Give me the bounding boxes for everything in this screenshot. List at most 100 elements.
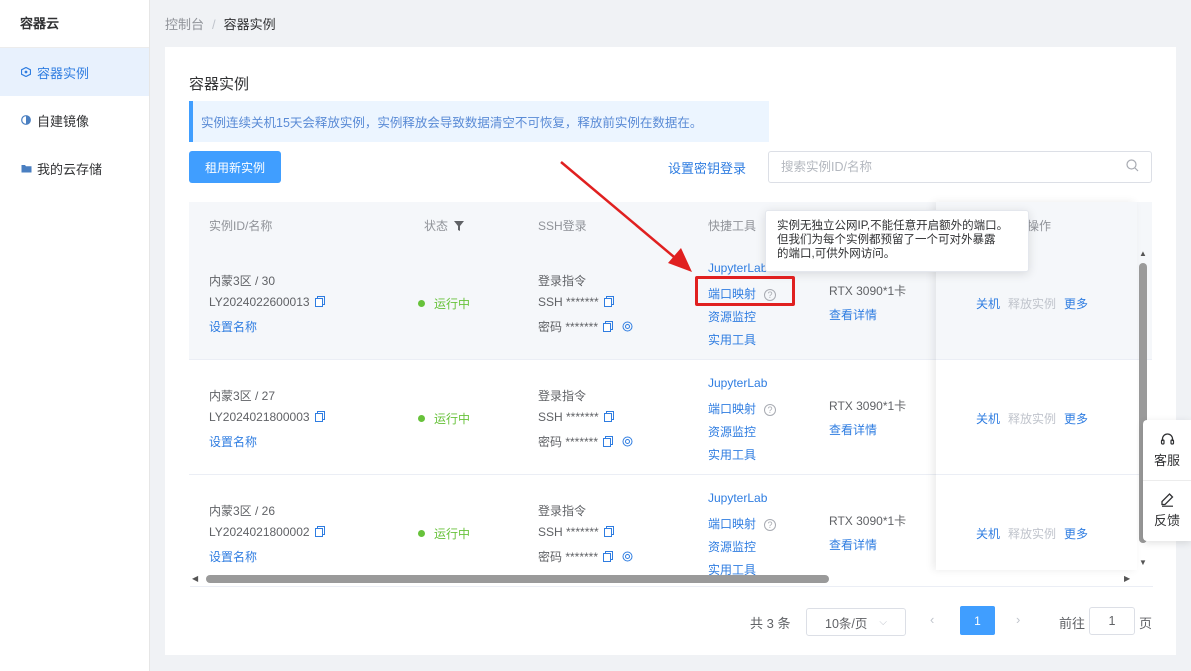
page-size-select[interactable]: 10条/页 ⌵: [806, 608, 906, 636]
login-cmd-label: 登录指令: [538, 274, 587, 288]
view-details-link[interactable]: 查看详情: [829, 536, 877, 553]
notice-banner: 实例连续关机15天会释放实例，实例释放会导致数据清空不可恢复，释放前实例在数据在…: [189, 101, 769, 142]
shutdown-button[interactable]: 关机: [976, 527, 1000, 541]
release-button[interactable]: 释放实例: [1008, 527, 1056, 541]
sidebar-item-label: 容器实例: [37, 65, 90, 81]
search-icon[interactable]: [1126, 159, 1139, 175]
utilities-link[interactable]: 实用工具: [708, 331, 756, 348]
reset-icon[interactable]: [622, 321, 633, 332]
copy-icon[interactable]: [603, 296, 614, 307]
set-name-link[interactable]: 设置名称: [209, 548, 257, 565]
scroll-right-icon[interactable]: ▶: [1124, 574, 1130, 583]
more-button[interactable]: 更多: [1064, 527, 1088, 541]
ops-actions: 关机 释放实例 更多: [976, 410, 1096, 427]
resource-monitor-link[interactable]: 资源监控: [708, 423, 756, 440]
instance-region: 内蒙3区 / 26: [209, 504, 276, 518]
password-text: 密码 *******: [538, 550, 599, 564]
status-text: 运行中: [434, 527, 471, 541]
horizontal-scroll-thumb[interactable]: [206, 575, 829, 583]
page-title: 容器实例: [189, 76, 250, 93]
search-input[interactable]: [781, 160, 1126, 174]
resource-monitor-link[interactable]: 资源监控: [708, 308, 756, 325]
help-icon[interactable]: ?: [764, 404, 777, 416]
password-text: 密码 *******: [538, 320, 599, 334]
breadcrumb-root[interactable]: 控制台: [165, 17, 204, 32]
resource-monitor-link[interactable]: 资源监控: [708, 538, 756, 555]
instance-id: LY2024021800002: [209, 525, 325, 539]
header-ops: 操作: [1027, 219, 1052, 233]
set-name-link[interactable]: 设置名称: [209, 318, 257, 335]
view-details-link[interactable]: 查看详情: [829, 306, 877, 323]
scroll-left-icon[interactable]: ◀: [192, 574, 198, 583]
chevron-down-icon: ⌵: [879, 616, 887, 628]
header-tools: 快捷工具: [708, 219, 757, 233]
sidebar-item-custom-images[interactable]: 自建镜像: [0, 96, 149, 144]
instance-id-text: LY2024021800002: [209, 525, 310, 539]
release-button[interactable]: 释放实例: [1008, 412, 1056, 426]
sidebar-item-label: 自建镜像: [37, 113, 90, 129]
instance-region: 内蒙3区 / 30: [209, 274, 276, 288]
shutdown-button[interactable]: 关机: [976, 297, 1000, 311]
password-field: 密码 *******: [538, 318, 633, 335]
view-details-link[interactable]: 查看详情: [829, 421, 877, 438]
jupyterlab-link[interactable]: JupyterLab: [708, 261, 767, 275]
copy-icon[interactable]: [603, 551, 614, 562]
status-dot: [418, 300, 425, 307]
rent-instance-button[interactable]: 租用新实例: [189, 151, 281, 183]
status-dot: [418, 530, 425, 537]
copy-icon[interactable]: [603, 526, 614, 537]
ssh-field: SSH *******: [538, 295, 614, 309]
horizontal-scrollbar[interactable]: ◀ ▶: [190, 572, 1138, 586]
floating-support-panel: 客服 反馈: [1143, 420, 1191, 541]
instance-id: LY2024021800003: [209, 410, 325, 424]
feedback-button[interactable]: 反馈: [1143, 480, 1191, 540]
jupyterlab-link[interactable]: JupyterLab: [708, 491, 767, 505]
tooltip-line-2: 但我们为每个实例都预留了一个可对外暴露: [777, 234, 996, 246]
header-ssh: SSH登录: [538, 219, 587, 233]
tooltip-line-1: 实例无独立公网IP,不能任意开启额外的端口。: [777, 220, 1009, 232]
help-icon[interactable]: ?: [764, 519, 777, 531]
brand-title: 容器云: [0, 0, 149, 48]
scroll-down-icon[interactable]: ▼: [1139, 558, 1147, 567]
header-status: 状态: [424, 217, 465, 234]
filter-icon[interactable]: [451, 219, 465, 233]
image-icon: [20, 114, 32, 126]
more-button[interactable]: 更多: [1064, 297, 1088, 311]
release-button[interactable]: 释放实例: [1008, 297, 1056, 311]
customer-service-label: 客服: [1153, 452, 1180, 468]
copy-icon[interactable]: [603, 436, 614, 447]
reset-icon[interactable]: [622, 551, 633, 562]
copy-icon[interactable]: [603, 411, 614, 422]
scroll-up-icon[interactable]: ▲: [1139, 249, 1147, 258]
set-name-link[interactable]: 设置名称: [209, 433, 257, 450]
copy-icon[interactable]: [603, 321, 614, 332]
copy-icon[interactable]: [314, 526, 325, 537]
breadcrumb-current: 容器实例: [223, 17, 276, 32]
jupyterlab-link[interactable]: JupyterLab: [708, 376, 767, 390]
status-badge: 运行中: [418, 295, 470, 312]
breadcrumb-separator: /: [212, 17, 216, 32]
sidebar-item-cloud-storage[interactable]: 我的云存储: [0, 144, 149, 192]
copy-icon[interactable]: [314, 411, 325, 422]
more-button[interactable]: 更多: [1064, 412, 1088, 426]
goto-page-input[interactable]: [1089, 607, 1135, 635]
utilities-link[interactable]: 实用工具: [708, 446, 756, 463]
next-page-icon[interactable]: ›: [1016, 612, 1020, 640]
goto-label: 前往: [1059, 616, 1086, 631]
customer-service-button[interactable]: 客服: [1143, 420, 1191, 480]
prev-page-icon[interactable]: ‹: [930, 612, 934, 640]
reset-icon[interactable]: [622, 436, 633, 447]
page-size-value: 10条/页: [825, 616, 868, 631]
status-text: 运行中: [434, 297, 471, 311]
page-number-current[interactable]: 1: [960, 606, 995, 635]
port-map-link[interactable]: 端口映射: [708, 517, 756, 531]
sidebar-item-label: 我的云存储: [37, 161, 103, 177]
copy-icon[interactable]: [314, 296, 325, 307]
shutdown-button[interactable]: 关机: [976, 412, 1000, 426]
status-dot: [418, 415, 425, 422]
gpu-spec: RTX 3090*1卡: [829, 514, 907, 528]
sidebar-item-container-instances[interactable]: 容器实例: [0, 48, 149, 96]
login-cmd-label: 登录指令: [538, 389, 587, 403]
key-login-link[interactable]: 设置密钥登录: [668, 158, 746, 177]
port-map-link[interactable]: 端口映射: [708, 402, 756, 416]
